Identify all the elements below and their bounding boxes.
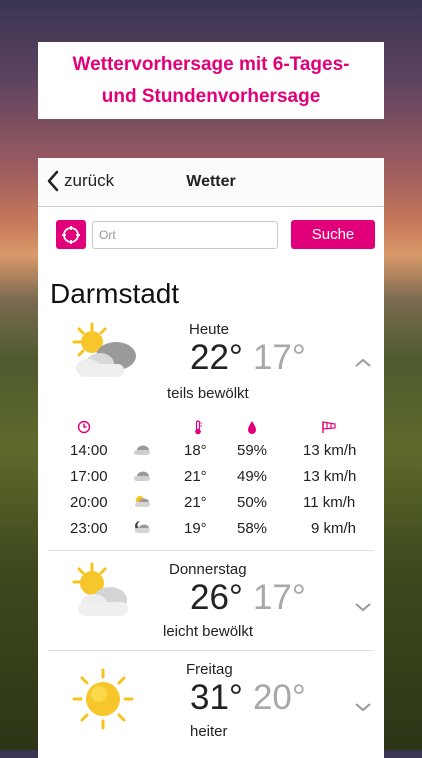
hour-rain: 59% (237, 442, 268, 459)
day-label: Donnerstag (169, 561, 247, 578)
city-name: Darmstadt (50, 278, 180, 309)
temp-low: 20° (252, 678, 306, 717)
temp-high: 26° (190, 578, 243, 617)
chevron-down-icon[interactable] (354, 702, 372, 712)
hour-wind: 13 km/h (303, 442, 357, 459)
chevron-down-icon[interactable] (354, 602, 372, 612)
wind-icon (322, 421, 336, 433)
divider (48, 650, 374, 651)
condition-text: leicht bewölkt (163, 623, 254, 640)
crosshair-icon (62, 225, 80, 244)
hour-temp: 18° (184, 442, 207, 459)
hour-time: 17:00 (70, 468, 108, 485)
raindrop-icon (248, 421, 256, 434)
hour-time: 20:00 (70, 494, 108, 511)
banner-line-2: und Stundenvorhersage (101, 85, 321, 107)
hour-rain: 58% (237, 520, 268, 537)
temp-high: 22° (190, 338, 243, 377)
page-title: Wetter (186, 173, 236, 190)
search-button[interactable]: Suche (291, 220, 375, 249)
hour-wind: 13 km/h (303, 468, 357, 485)
banner-line-1: Wettervorhersage mit 6-Tages- (72, 53, 350, 75)
condition-text: heiter (190, 723, 228, 740)
day-label: Heute (189, 321, 230, 338)
cloud-icon (134, 471, 150, 481)
divider (48, 550, 374, 551)
chevron-up-icon[interactable] (354, 358, 372, 368)
app-screen: zurück Wetter Suche Darmstadt H (38, 158, 384, 758)
moon-cloud-icon (135, 521, 150, 533)
sun-cloud-icon (135, 496, 150, 507)
hour-time: 23:00 (70, 520, 108, 537)
forecast-day[interactable]: Freitag 31° 20° heiter (38, 658, 384, 758)
day-label: Freitag (186, 661, 233, 678)
temperature-range: 31° 20° (190, 678, 306, 718)
navigation-bar: zurück Wetter (38, 158, 384, 207)
hour-rain: 50% (237, 494, 268, 511)
hour-rain: 49% (237, 468, 268, 485)
temp-low: 17° (252, 578, 306, 617)
clock-icon (77, 420, 91, 434)
sun-cloud-icon (72, 562, 128, 616)
hour-temp: 21° (184, 494, 207, 511)
condition-text: teils bewölkt (167, 385, 249, 402)
hour-temp: 19° (184, 520, 207, 537)
promo-banner: Wettervorhersage mit 6-Tages- und Stunde… (38, 42, 384, 119)
today-forecast[interactable]: Heute 22° 17° teils bewölkt (38, 318, 384, 408)
temperature-range: 26° 17° (190, 578, 306, 618)
partly-cloudy-icon (72, 322, 136, 377)
thermometer-icon (195, 420, 202, 435)
cloud-icon (134, 445, 150, 455)
sun-icon (72, 668, 134, 730)
temp-high: 31° (190, 678, 243, 717)
hour-time: 14:00 (70, 442, 108, 459)
temp-low: 17° (252, 338, 306, 377)
forecast-day[interactable]: Donnerstag 26° 17° leicht bewölkt (38, 558, 384, 648)
temperature-range: 22° 17° (190, 338, 306, 378)
hourly-header (38, 420, 384, 436)
location-search-input[interactable] (92, 221, 278, 249)
hour-temp: 21° (184, 468, 207, 485)
locate-button[interactable] (56, 220, 86, 249)
hour-wind: 9 km/h (311, 520, 357, 537)
hour-wind: 11 km/h (303, 494, 356, 511)
